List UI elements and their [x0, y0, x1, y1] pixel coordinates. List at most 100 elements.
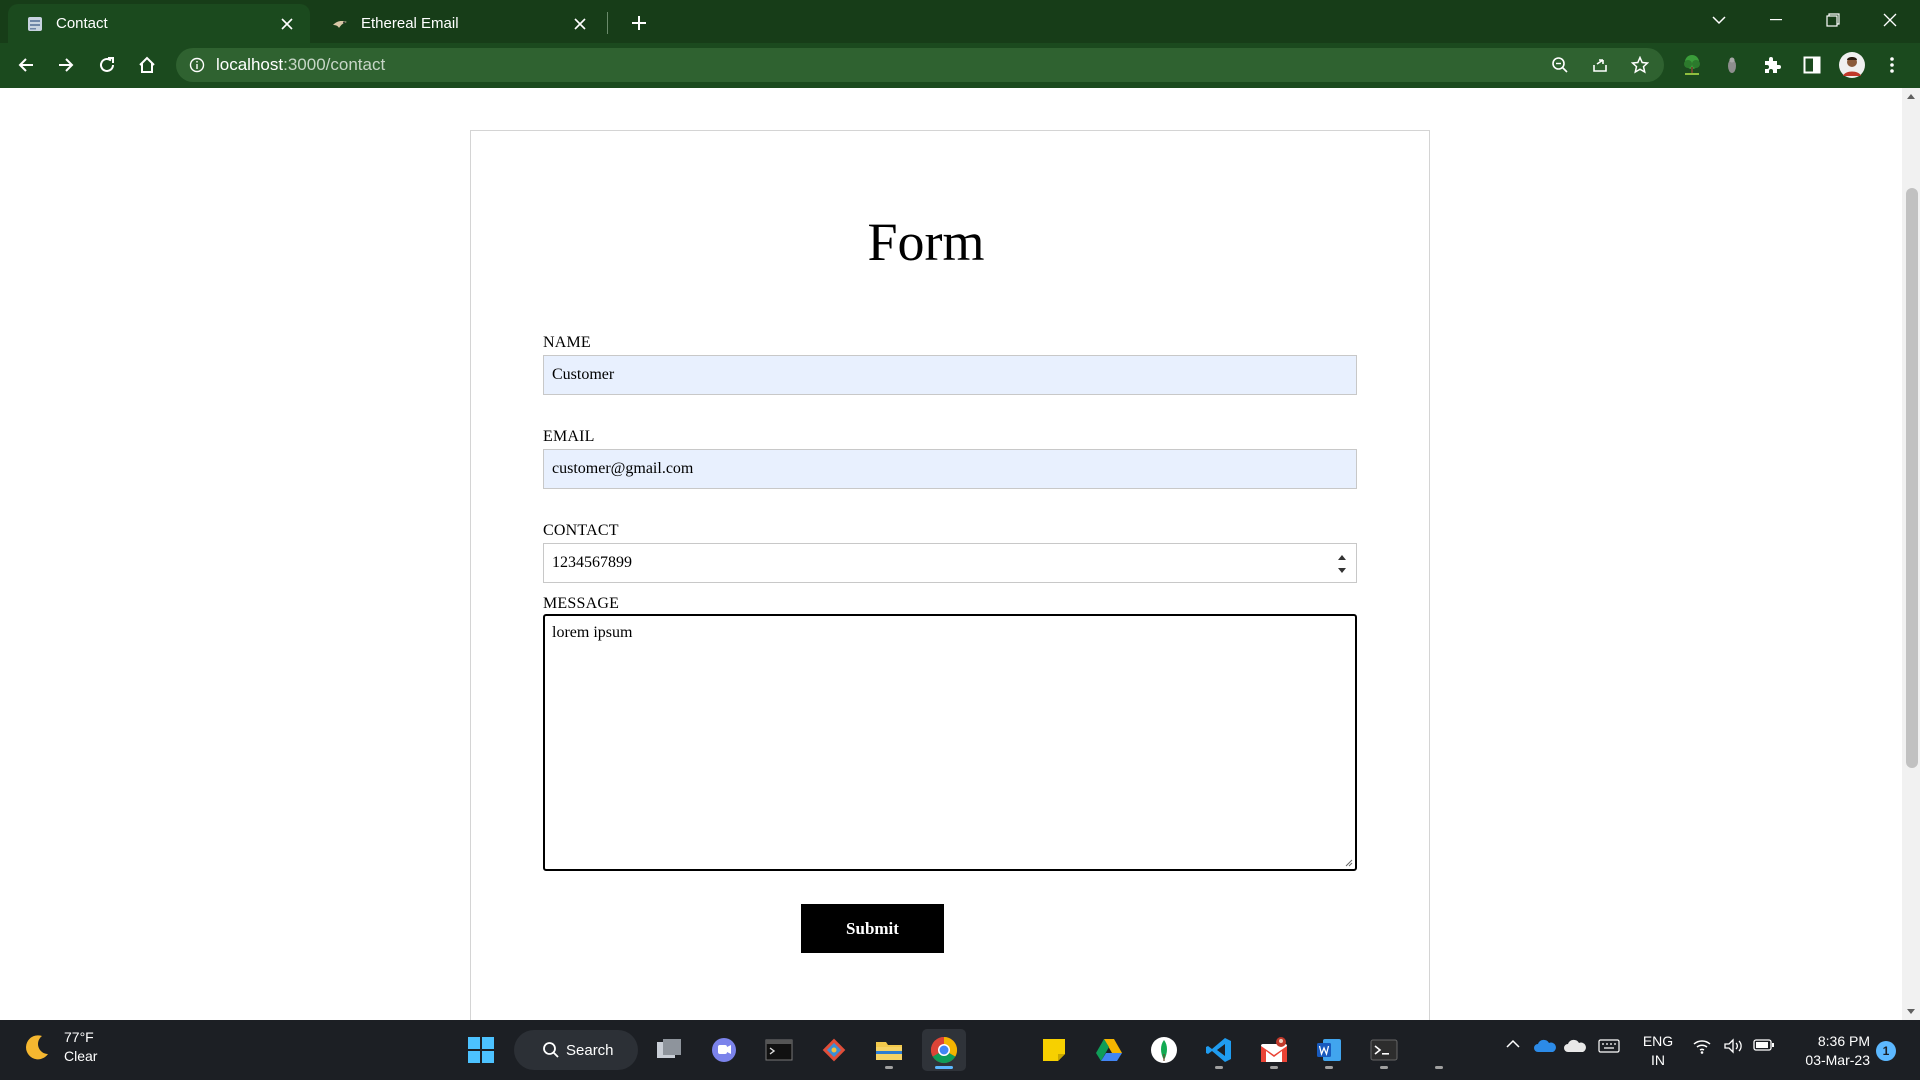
hidden-app-slot[interactable]	[1417, 1029, 1461, 1071]
message-label: MESSAGE	[543, 595, 620, 612]
menu-dots-icon[interactable]	[1876, 49, 1908, 81]
windows-logo-icon	[468, 1037, 494, 1063]
share-icon[interactable]	[1586, 54, 1614, 76]
wifi-icon[interactable]	[1692, 1038, 1712, 1054]
grey-extension-icon[interactable]	[1716, 49, 1748, 81]
tab-separator	[607, 12, 608, 34]
email-label: EMAIL	[543, 428, 595, 445]
cloud-icon[interactable]	[1563, 1038, 1587, 1054]
contact-value: 1234567899	[552, 554, 632, 571]
submit-button[interactable]: Submit	[801, 904, 944, 953]
chrome-icon[interactable]	[922, 1029, 966, 1071]
running-indicator	[1215, 1066, 1223, 1069]
windows-terminal-icon[interactable]	[1362, 1029, 1406, 1071]
input-language[interactable]: ENG IN	[1640, 1032, 1676, 1070]
git-icon[interactable]	[812, 1029, 856, 1071]
search-icon	[543, 1042, 559, 1058]
clock-time: 8:36 PM	[1817, 1033, 1870, 1049]
language-region: IN	[1651, 1052, 1665, 1068]
notification-badge[interactable]: 1	[1876, 1041, 1896, 1061]
name-value: Customer	[552, 366, 615, 383]
bookmark-star-icon[interactable]	[1626, 54, 1654, 76]
scrollbar-thumb[interactable]	[1906, 188, 1918, 768]
moon-icon	[26, 1035, 48, 1060]
running-indicator	[1380, 1066, 1388, 1069]
tree-extension-icon[interactable]	[1676, 49, 1708, 81]
form-title: Form	[867, 212, 985, 272]
clock-date: 03-Mar-23	[1805, 1052, 1870, 1068]
running-indicator	[1270, 1066, 1278, 1069]
resize-handle-icon[interactable]	[1343, 857, 1353, 867]
spinner-up-icon[interactable]	[1338, 555, 1346, 560]
extensions-puzzle-icon[interactable]	[1756, 49, 1788, 81]
contact-label: CONTACT	[543, 522, 619, 539]
teams-chat-icon[interactable]	[702, 1029, 746, 1071]
browser-chrome: Contact Ethereal Email localhost:3000/co…	[0, 0, 1920, 88]
reload-icon[interactable]	[91, 49, 123, 81]
battery-icon[interactable]	[1753, 1038, 1775, 1052]
new-tab-button[interactable]	[624, 8, 654, 38]
page-viewport: Form NAME Customer EMAIL customer@gmail.…	[0, 88, 1902, 1020]
start-button[interactable]	[459, 1029, 503, 1071]
weather-condition: Clear	[64, 1048, 98, 1064]
vscode-icon[interactable]	[1197, 1029, 1241, 1071]
address-bar[interactable]: localhost:3000/contact	[176, 48, 1664, 82]
language-code: ENG	[1642, 1033, 1674, 1049]
close-icon[interactable]	[274, 11, 300, 37]
show-hidden-icons-icon[interactable]	[1505, 1038, 1521, 1050]
word-icon[interactable]	[1307, 1029, 1351, 1071]
url-host: localhost	[216, 55, 284, 74]
mongodb-compass-icon[interactable]	[1142, 1029, 1186, 1071]
active-indicator	[935, 1066, 953, 1069]
restore-button[interactable]	[1805, 0, 1861, 40]
window-close-button[interactable]	[1862, 0, 1918, 40]
browser-toolbar: localhost:3000/contact	[0, 43, 1920, 88]
running-indicator	[1325, 1066, 1333, 1069]
url-path: :3000/contact	[283, 55, 386, 74]
weather-widget[interactable]: 77°F Clear	[22, 1028, 97, 1066]
number-spinner[interactable]	[1336, 553, 1348, 575]
contact-input[interactable]: 1234567899	[543, 543, 1357, 583]
tab-search-icon[interactable]	[1691, 0, 1747, 40]
message-textarea[interactable]: lorem ipsum	[543, 614, 1357, 871]
name-input[interactable]: Customer	[543, 355, 1357, 395]
forward-arrow-icon[interactable]	[50, 49, 82, 81]
spinner-down-icon[interactable]	[1338, 568, 1346, 573]
running-indicator	[1435, 1066, 1443, 1069]
message-value: lorem ipsum	[552, 624, 633, 641]
volume-icon[interactable]	[1723, 1038, 1745, 1054]
scroll-up-icon[interactable]	[1907, 94, 1915, 99]
running-indicator	[885, 1066, 893, 1069]
home-icon[interactable]	[131, 49, 163, 81]
weather-temp: 77°F	[64, 1029, 94, 1045]
system-clock[interactable]: 8:36 PM 03-Mar-23	[1790, 1032, 1870, 1070]
email-input[interactable]: customer@gmail.com	[543, 449, 1357, 489]
page-scrollbar[interactable]	[1902, 88, 1920, 1020]
terminal-window-icon[interactable]	[757, 1029, 801, 1071]
onedrive-icon[interactable]	[1533, 1038, 1557, 1054]
task-view-icon[interactable]	[647, 1029, 691, 1071]
tab-contact[interactable]: Contact	[8, 4, 310, 43]
close-icon[interactable]	[567, 11, 593, 37]
keyboard-icon[interactable]	[1598, 1038, 1620, 1054]
google-drive-icon[interactable]	[1087, 1029, 1131, 1071]
page-favicon-icon	[26, 15, 44, 33]
search-label: Search	[566, 1041, 614, 1059]
name-label: NAME	[543, 334, 591, 351]
file-explorer-icon[interactable]	[867, 1029, 911, 1071]
minimize-button[interactable]	[1748, 0, 1804, 40]
sticky-notes-icon[interactable]	[1032, 1029, 1076, 1071]
zoom-icon[interactable]	[1546, 54, 1574, 76]
taskbar-search[interactable]: Search	[514, 1030, 638, 1070]
profile-avatar[interactable]	[1836, 49, 1868, 81]
gmail-icon[interactable]	[1252, 1029, 1296, 1071]
site-info-icon[interactable]	[188, 56, 206, 74]
back-arrow-icon[interactable]	[10, 49, 42, 81]
windows-taskbar: 77°F Clear Search ENG IN 8:36 PM 03-Mar-…	[0, 1020, 1920, 1080]
url-text: localhost:3000/contact	[216, 55, 385, 75]
tab-ethereal-email[interactable]: Ethereal Email	[313, 4, 603, 43]
tab-title: Ethereal Email	[361, 15, 459, 32]
email-value: customer@gmail.com	[552, 460, 694, 477]
scroll-down-icon[interactable]	[1907, 1009, 1915, 1014]
side-panel-icon[interactable]	[1796, 49, 1828, 81]
